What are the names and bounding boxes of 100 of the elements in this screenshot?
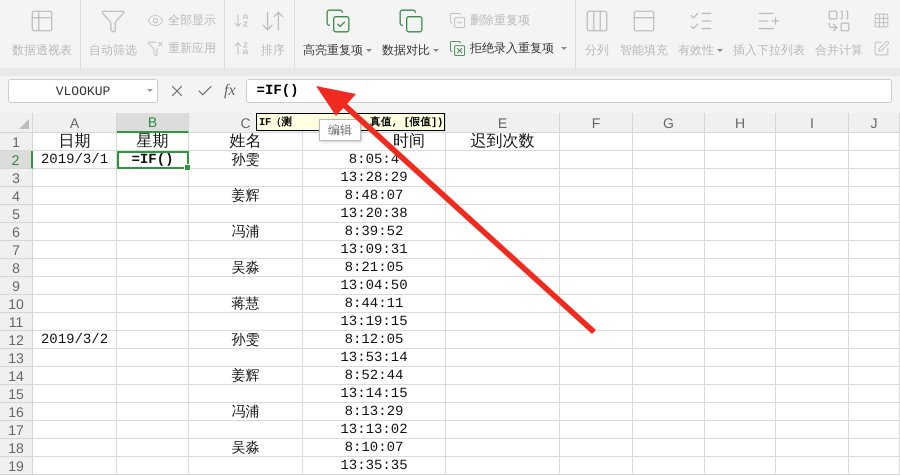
table-cell bbox=[117, 331, 189, 349]
table-cell: =IF() bbox=[117, 151, 189, 169]
table-cell bbox=[705, 151, 776, 169]
row-header[interactable]: 17 bbox=[0, 421, 33, 439]
table-cell bbox=[705, 331, 776, 349]
table-cell: 孙雯 bbox=[189, 151, 303, 169]
table-cell bbox=[117, 421, 189, 439]
table-cell bbox=[633, 385, 705, 403]
table-cell bbox=[849, 331, 900, 349]
table-cell bbox=[633, 313, 705, 331]
table-cell: 迟到次数 bbox=[446, 133, 560, 151]
formula-input[interactable]: =IF() bbox=[246, 79, 892, 103]
tooltip-text: 真值, [假值]) bbox=[370, 115, 443, 129]
row-header[interactable]: 12 bbox=[0, 331, 33, 349]
row-header[interactable]: 18 bbox=[0, 439, 33, 457]
caret-icon bbox=[561, 46, 567, 50]
column-header[interactable]: F bbox=[560, 113, 633, 133]
table-cell bbox=[117, 367, 189, 385]
name-box[interactable]: VLOOKUP bbox=[8, 79, 158, 103]
caret-icon bbox=[147, 89, 153, 92]
table-cell: 2019/3/2 bbox=[33, 331, 117, 349]
table-cell bbox=[705, 133, 776, 151]
column-header[interactable]: H bbox=[705, 113, 776, 133]
table-cell bbox=[705, 313, 776, 331]
ribbon-button[interactable]: 数据对比 bbox=[380, 4, 441, 64]
column-header[interactable]: E bbox=[446, 113, 560, 133]
row-header[interactable]: 10 bbox=[0, 295, 33, 313]
table-cell bbox=[117, 295, 189, 313]
table-cell bbox=[705, 457, 776, 475]
table-cell bbox=[117, 169, 189, 187]
table-cell bbox=[705, 403, 776, 421]
table-cell bbox=[117, 259, 189, 277]
table-cell: 孙雯 bbox=[189, 331, 303, 349]
table-cell bbox=[849, 295, 900, 313]
merge-icon bbox=[826, 8, 852, 34]
table-cell: 蒋慧 bbox=[189, 295, 303, 313]
table-cell bbox=[705, 295, 776, 313]
table-cell: 8:44:11 bbox=[303, 295, 446, 313]
table-cell: 13:13:02 bbox=[303, 421, 446, 439]
column-header[interactable]: A bbox=[33, 113, 117, 133]
caret-icon bbox=[717, 49, 723, 52]
row-header[interactable]: 14 bbox=[0, 367, 33, 385]
funnel-icon bbox=[100, 8, 126, 34]
table-cell bbox=[633, 205, 705, 223]
table-cell bbox=[117, 223, 189, 241]
copy-icon bbox=[324, 8, 350, 34]
row-header[interactable]: 11 bbox=[0, 313, 33, 331]
column-header[interactable]: J bbox=[849, 113, 900, 133]
table-cell: 吴淼 bbox=[189, 439, 303, 457]
table-cell: 8:10:07 bbox=[303, 439, 446, 457]
table-cell bbox=[705, 277, 776, 295]
function-button[interactable]: fx bbox=[224, 82, 236, 100]
table-cell bbox=[633, 259, 705, 277]
row-header[interactable]: 13 bbox=[0, 349, 33, 367]
table-cell bbox=[849, 205, 900, 223]
table-cell bbox=[117, 241, 189, 259]
table-cell bbox=[849, 385, 900, 403]
row-header[interactable]: 7 bbox=[0, 241, 33, 259]
table-icon bbox=[29, 8, 55, 34]
row-header[interactable]: 19 bbox=[0, 457, 33, 475]
table-cell bbox=[849, 241, 900, 259]
column-header[interactable]: B bbox=[117, 113, 189, 133]
table-cell bbox=[117, 457, 189, 475]
column-header[interactable]: G bbox=[633, 113, 705, 133]
row-header[interactable]: 2 bbox=[0, 151, 33, 169]
table-cell bbox=[849, 223, 900, 241]
table-cell bbox=[633, 151, 705, 169]
row-header[interactable]: 15 bbox=[0, 385, 33, 403]
table-cell: 姓名 bbox=[189, 133, 303, 151]
table-cell bbox=[705, 241, 776, 259]
ribbon-button[interactable]: 拒绝录入重复项 bbox=[447, 38, 569, 58]
row-header[interactable]: 6 bbox=[0, 223, 33, 241]
table-cell bbox=[633, 169, 705, 187]
table-cell bbox=[633, 295, 705, 313]
row-header[interactable]: 9 bbox=[0, 277, 33, 295]
row-header[interactable]: 8 bbox=[0, 259, 33, 277]
row-header[interactable]: 3 bbox=[0, 169, 33, 187]
table-cell: 星期 bbox=[117, 133, 189, 151]
select-all-button[interactable] bbox=[0, 113, 33, 133]
table-cell bbox=[849, 403, 900, 421]
row-header[interactable]: 1 bbox=[0, 133, 33, 151]
table-cell bbox=[633, 367, 705, 385]
column-header[interactable]: I bbox=[776, 113, 849, 133]
table-cell: 13:35:35 bbox=[303, 457, 446, 475]
table-cell bbox=[705, 421, 776, 439]
columns-icon bbox=[584, 8, 610, 34]
table-cell bbox=[633, 403, 705, 421]
table-cell bbox=[705, 223, 776, 241]
table-cell: 8:21:05 bbox=[303, 259, 446, 277]
fill-handle[interactable] bbox=[184, 164, 191, 171]
table-cell: 姜辉 bbox=[189, 187, 303, 205]
table-cell bbox=[117, 385, 189, 403]
ribbon-button[interactable]: 高亮重复项 bbox=[301, 4, 374, 64]
table-cell bbox=[117, 403, 189, 421]
row-header[interactable]: 5 bbox=[0, 205, 33, 223]
copy-icon bbox=[398, 8, 424, 34]
row-header[interactable]: 16 bbox=[0, 403, 33, 421]
table-cell: 8:13:29 bbox=[303, 403, 446, 421]
row-header[interactable]: 4 bbox=[0, 187, 33, 205]
table-cell: 13:19:15 bbox=[303, 313, 446, 331]
